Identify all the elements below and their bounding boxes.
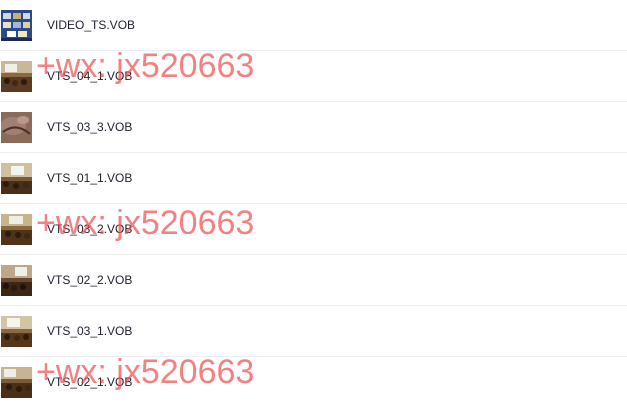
conference-room-thumbnail — [1, 264, 32, 296]
closeup-thumbnail — [1, 111, 32, 143]
file-row-vts-02-2[interactable]: VTS_02_2.VOB — [0, 255, 627, 306]
conference-room-thumbnail — [1, 162, 32, 194]
file-list: VIDEO_TS.VOB VTS_04_1.VOB VTS_03_3.VOB V… — [0, 0, 627, 406]
file-name: VIDEO_TS.VOB — [47, 18, 136, 32]
file-row-vts-02-1[interactable]: VTS_02_1.VOB — [0, 357, 627, 406]
file-name: VTS_03_3.VOB — [47, 120, 133, 134]
file-name: VTS_01_1.VOB — [47, 171, 133, 185]
file-row-vts-04-1[interactable]: VTS_04_1.VOB — [0, 51, 627, 102]
file-row-vts-03-1[interactable]: VTS_03_1.VOB — [0, 306, 627, 357]
file-name: VTS_02_2.VOB — [47, 273, 133, 287]
file-name: VTS_02_1.VOB — [47, 375, 133, 389]
conference-room-thumbnail — [1, 315, 32, 347]
file-row-vts-03-2[interactable]: VTS_03_2.VOB — [0, 204, 627, 255]
conference-room-thumbnail — [1, 213, 32, 245]
file-name: VTS_03_1.VOB — [47, 324, 133, 338]
file-name: VTS_03_2.VOB — [47, 222, 133, 236]
file-name: VTS_04_1.VOB — [47, 69, 133, 83]
file-row-vts-03-3[interactable]: VTS_03_3.VOB — [0, 102, 627, 153]
conference-room-thumbnail — [1, 366, 32, 398]
dvd-menu-thumbnail — [1, 9, 32, 41]
file-row-vts-01-1[interactable]: VTS_01_1.VOB — [0, 153, 627, 204]
conference-room-thumbnail — [1, 60, 32, 92]
file-row-video-ts[interactable]: VIDEO_TS.VOB — [0, 0, 627, 51]
